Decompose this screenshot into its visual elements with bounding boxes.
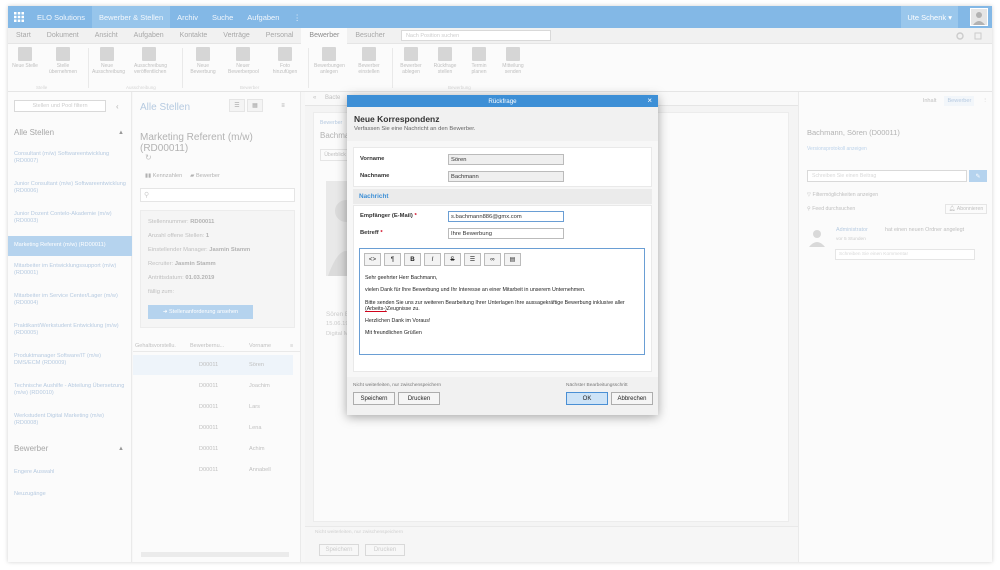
inquiry-dialog: Rückfrage × Neue Korrespondenz Verfassen…: [347, 95, 658, 415]
paragraph-icon[interactable]: ¶: [384, 253, 401, 266]
nachname-field: Bachmann: [448, 171, 564, 182]
required-marker: *: [380, 230, 383, 236]
dialog-body: Vorname Sören Nachname Bachmann Nachrich…: [347, 141, 658, 377]
message-text-run: Bitte senden Sie uns zur weiteren Bearbe…: [365, 299, 625, 306]
message-paragraph: Mit freundlichen Grüßen: [365, 330, 422, 337]
message-paragraph: Herzlichen Dank im Voraus!: [365, 318, 431, 325]
template-icon[interactable]: ▤: [504, 253, 521, 266]
dialog-heading: Neue Korrespondenz: [354, 114, 440, 124]
recipient-label-text: Empfänger (E-Mail): [360, 213, 413, 219]
section-nachricht: Nachricht: [353, 189, 652, 204]
message-editor[interactable]: <> ¶ B I S ☰ ∞ ▤ Sehr geehrter Herr Bach…: [359, 248, 645, 355]
subject-label: Betreff *: [360, 230, 383, 236]
bold-icon[interactable]: B: [404, 253, 421, 266]
italic-icon[interactable]: I: [424, 253, 441, 266]
dialog-subheading: Verfassen Sie eine Nachricht an den Bewe…: [354, 126, 476, 132]
editor-toolbar: <> ¶ B I S ☰ ∞ ▤: [364, 253, 521, 266]
required-marker: *: [414, 213, 417, 219]
print-button[interactable]: Drucken: [398, 392, 440, 405]
message-text-run: Zeugnisse zu.: [386, 305, 420, 312]
subject-input[interactable]: Ihre Bewerbung: [448, 228, 564, 239]
nachname-label: Nachname: [360, 173, 390, 179]
message-paragraph: Bitte senden Sie uns zur weiteren Bearbe…: [365, 300, 643, 313]
dialog-title: Rückfrage: [488, 97, 517, 105]
recipient-label: Empfänger (E-Mail) *: [360, 213, 417, 219]
message-paragraph: Sehr geehrter Herr Bachmann,: [365, 275, 438, 281]
source-code-icon[interactable]: <>: [364, 253, 381, 266]
strikethrough-icon[interactable]: S: [444, 253, 461, 266]
recipient-email-input[interactable]: s.bachmann886@gmx.com: [448, 211, 564, 222]
message-paragraph: vielen Dank für Ihre Bewerbung und Ihr I…: [365, 287, 586, 294]
subject-label-text: Betreff: [360, 230, 379, 236]
dialog-footer: Nicht weiterleiten, nur zwischenspeicher…: [347, 377, 658, 415]
vorname-label: Vorname: [360, 156, 385, 162]
message-text: Sehr geehrter Herr Bachmann, vielen Dank…: [365, 275, 643, 343]
footer-hint-left: Nicht weiterleiten, nur zwischenspeicher…: [353, 383, 441, 388]
dialog-titlebar: Rückfrage ×: [347, 95, 658, 107]
person-card: Vorname Sören Nachname Bachmann: [353, 147, 652, 187]
save-button[interactable]: Speichern: [353, 392, 395, 405]
ok-button[interactable]: OK: [566, 392, 608, 405]
bullet-list-icon[interactable]: ☰: [464, 253, 481, 266]
link-icon[interactable]: ∞: [484, 253, 501, 266]
dialog-header: Neue Korrespondenz Verfassen Sie eine Na…: [347, 107, 658, 141]
spellcheck-underline: (Arbeits-): [365, 305, 387, 312]
vorname-field: Sören: [448, 154, 564, 165]
cancel-button[interactable]: Abbrechen: [611, 392, 653, 405]
close-icon[interactable]: ×: [647, 96, 652, 105]
footer-hint-right: Nächster Bearbeitungsschritt: [566, 383, 628, 388]
